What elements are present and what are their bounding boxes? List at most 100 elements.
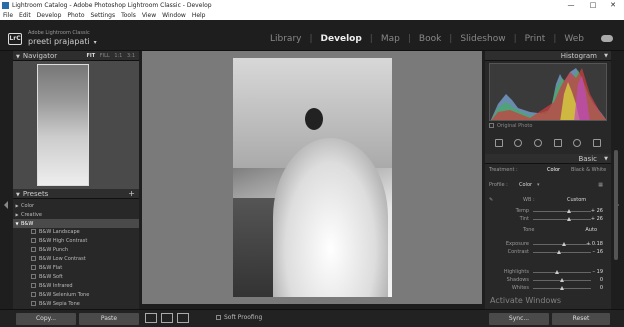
slider-thumb[interactable]: [566, 217, 571, 221]
zoom-fit[interactable]: FIT: [87, 53, 96, 59]
basic-header[interactable]: Basic ▼: [485, 154, 611, 164]
slider-value[interactable]: – 19: [593, 268, 603, 276]
collapse-left-icon[interactable]: [4, 201, 8, 209]
profile-select[interactable]: Color: [519, 181, 532, 189]
zoom-fill[interactable]: FILL: [100, 53, 110, 59]
paste-button[interactable]: Paste: [79, 313, 139, 325]
add-preset-icon[interactable]: +: [128, 189, 135, 199]
slider-track[interactable]: [533, 270, 591, 274]
preset-item[interactable]: B&W Punch: [13, 246, 139, 255]
eyedropper-icon[interactable]: ✎: [489, 196, 497, 204]
navigator-header[interactable]: ▼ Navigator FIT FILL 1:1 3:1: [13, 51, 139, 61]
wb-select[interactable]: Custom: [567, 196, 586, 204]
cloud-icon[interactable]: [601, 35, 613, 42]
preset-item[interactable]: B&W Soft: [13, 273, 139, 282]
red-eye-icon[interactable]: [534, 139, 543, 147]
close-button[interactable]: ✕: [604, 0, 622, 10]
slider-track[interactable]: [533, 250, 591, 254]
menu-develop[interactable]: Develop: [37, 12, 62, 19]
preset-item[interactable]: B&W Flat: [13, 264, 139, 273]
slider-track[interactable]: [533, 278, 591, 282]
module-map[interactable]: Map: [381, 34, 400, 44]
navigator-thumbnail[interactable]: [37, 64, 89, 186]
slider-thumb[interactable]: [566, 209, 571, 213]
presets-header[interactable]: ▼ Presets +: [13, 189, 139, 199]
treatment-color[interactable]: Color: [547, 166, 560, 174]
preset-group[interactable]: ▶ Color: [13, 201, 139, 210]
menu-help[interactable]: Help: [192, 12, 206, 19]
slider-track[interactable]: [533, 209, 591, 213]
menu-file[interactable]: File: [3, 12, 13, 19]
slider-thumb[interactable]: [560, 286, 564, 290]
slider-track[interactable]: [533, 217, 591, 221]
crop-icon[interactable]: [494, 139, 503, 147]
original-photo-toggle[interactable]: Original Photo: [489, 123, 532, 129]
menu-tools[interactable]: Tools: [121, 12, 136, 19]
module-book[interactable]: Book: [419, 34, 441, 44]
chevron-down-icon[interactable]: ▾: [94, 39, 97, 46]
menu-edit[interactable]: Edit: [19, 12, 31, 19]
brush-icon[interactable]: [593, 139, 602, 147]
preset-item[interactable]: B&W High Contrast: [13, 237, 139, 246]
preset-item[interactable]: B&W Selenium Tone: [13, 291, 139, 300]
zoom-3-1[interactable]: 3:1: [127, 53, 135, 59]
preset-item[interactable]: B&W Low Contrast: [13, 255, 139, 264]
caret-down-icon[interactable]: ▼: [13, 219, 21, 228]
user-name[interactable]: preeti prajapati ▾: [28, 37, 97, 46]
slider-track[interactable]: [533, 242, 591, 246]
minimize-button[interactable]: —: [562, 0, 580, 10]
preset-item[interactable]: B&W Infrared: [13, 282, 139, 291]
module-develop[interactable]: Develop: [321, 34, 362, 44]
soft-proofing-toggle[interactable]: Soft Proofing: [216, 314, 262, 321]
preset-group[interactable]: ▼ B&W: [13, 219, 139, 228]
module-library[interactable]: Library: [270, 34, 301, 44]
left-panel-edge[interactable]: [0, 51, 13, 309]
slider-value[interactable]: 0: [600, 284, 603, 292]
reset-button[interactable]: Reset: [552, 313, 610, 325]
caret-right-icon[interactable]: ▶: [13, 210, 21, 219]
maximize-button[interactable]: □: [584, 0, 602, 10]
chevron-down-icon[interactable]: ▾: [537, 181, 540, 189]
slider-value[interactable]: + 0.18: [586, 240, 603, 248]
before-after-icon[interactable]: [161, 313, 173, 323]
loupe-view-icon[interactable]: [145, 313, 157, 323]
checkbox[interactable]: [489, 123, 494, 128]
module-print[interactable]: Print: [525, 34, 546, 44]
slider-value[interactable]: – 16: [593, 248, 603, 256]
slider-thumb[interactable]: [555, 270, 560, 274]
menu-window[interactable]: Window: [162, 12, 186, 19]
radial-filter-icon[interactable]: [573, 139, 582, 147]
right-scrollbar[interactable]: [614, 150, 618, 260]
slider-thumb[interactable]: [557, 250, 562, 254]
preset-item[interactable]: B&W Sepia Tone: [13, 300, 139, 309]
copy-button[interactable]: Copy...: [16, 313, 76, 325]
slider-value[interactable]: + 26: [591, 215, 603, 223]
caret-right-icon[interactable]: ▶: [13, 201, 21, 210]
zoom-1-1[interactable]: 1:1: [114, 53, 122, 59]
slider-track[interactable]: [533, 286, 591, 290]
slider-value[interactable]: 0: [600, 276, 603, 284]
spot-removal-icon[interactable]: [514, 139, 523, 147]
main-photo[interactable]: [233, 58, 392, 297]
slider-thumb[interactable]: [561, 242, 566, 246]
auto-tone-button[interactable]: Auto: [585, 226, 597, 234]
compare-view-icon[interactable]: [177, 313, 189, 323]
navigator-preview[interactable]: [13, 61, 139, 189]
checkbox[interactable]: [216, 315, 221, 320]
menu-view[interactable]: View: [142, 12, 156, 19]
sync-button[interactable]: Sync...: [489, 313, 549, 325]
graduated-filter-icon[interactable]: [553, 139, 562, 147]
slider-thumb[interactable]: [560, 278, 564, 282]
histogram-header[interactable]: Histogram ▼: [485, 51, 611, 61]
menu-photo[interactable]: Photo: [67, 12, 84, 19]
module-web[interactable]: Web: [564, 34, 584, 44]
slider-value[interactable]: + 26: [591, 207, 603, 215]
preset-group[interactable]: ▶ Creative: [13, 210, 139, 219]
histogram-red: [491, 68, 606, 120]
treatment-bw[interactable]: Black & White: [571, 166, 606, 174]
profile-browser-icon[interactable]: ▦: [598, 181, 603, 189]
preset-item[interactable]: B&W Landscape: [13, 228, 139, 237]
module-slideshow[interactable]: Slideshow: [460, 34, 505, 44]
menu-settings[interactable]: Settings: [91, 12, 116, 19]
histogram-graph[interactable]: [489, 63, 607, 121]
